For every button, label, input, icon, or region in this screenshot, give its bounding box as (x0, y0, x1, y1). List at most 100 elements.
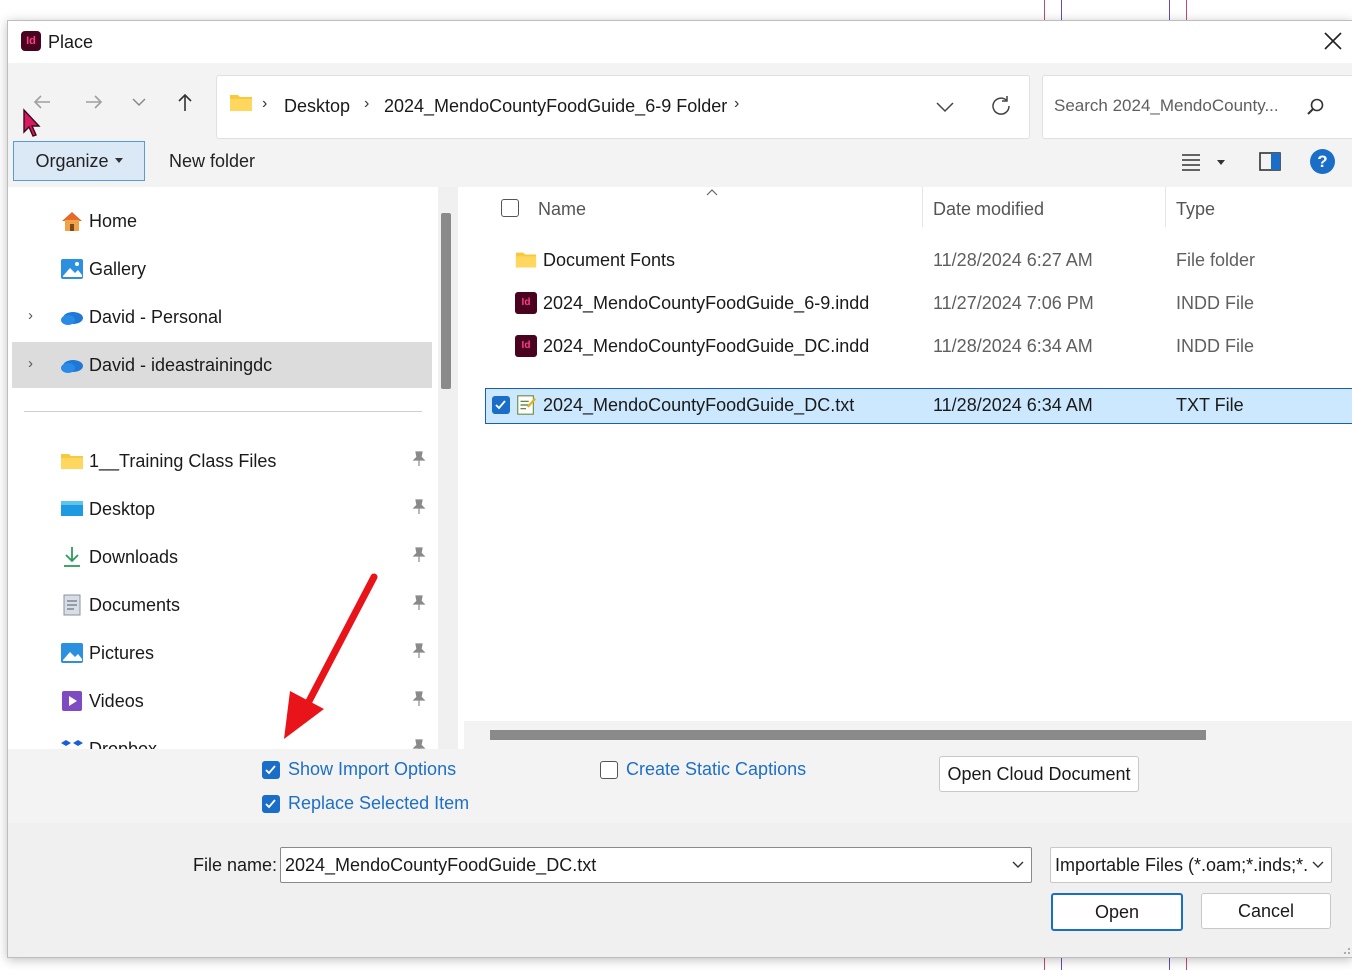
checkmark-icon (495, 400, 506, 410)
sidebar-item-label: Documents (89, 595, 181, 615)
breadcrumb-folder[interactable]: 2024_MendoCountyFoodGuide_6-9 Folder (384, 96, 727, 117)
chevron-down-icon (132, 98, 146, 107)
sidebar-item-label: Videos (89, 691, 144, 711)
sidebar-item-label: David - Personal (89, 307, 223, 327)
resize-grip-icon[interactable] (1341, 945, 1351, 955)
file-name-value[interactable]: 2024_MendoCountyFoodGuide_DC.txt (285, 855, 596, 876)
select-all-checkbox[interactable] (501, 199, 519, 217)
help-icon[interactable]: ? (1310, 149, 1335, 174)
create-static-captions-checkbox[interactable]: Create Static Captions (600, 759, 806, 780)
file-name: 2024_MendoCountyFoodGuide_DC.indd (543, 336, 870, 356)
file-date: 11/28/2024 6:34 AM (933, 395, 1093, 415)
sidebar-item-training-class-files[interactable]: 1__Training Class Files (12, 438, 432, 484)
organize-label: Organize (35, 150, 109, 171)
file-name: Document Fonts (543, 250, 676, 270)
view-options-button[interactable] (1181, 151, 1231, 175)
file-list-pane: Name Date modified Type Document Fonts 1… (464, 187, 1352, 749)
column-header-date-modified[interactable]: Date modified (933, 199, 1044, 220)
forward-button[interactable] (80, 88, 108, 116)
sidebar-item-gallery[interactable]: Gallery (12, 246, 432, 292)
pin-icon (412, 547, 426, 562)
indesign-app-icon: Id (21, 31, 41, 51)
file-type-select[interactable]: Importable Files (*.oam;*.inds;*. (1050, 847, 1332, 883)
cancel-button[interactable]: Cancel (1201, 893, 1331, 929)
documents-icon (63, 594, 81, 616)
row-checkbox[interactable] (492, 396, 510, 414)
onedrive-icon (61, 312, 83, 325)
scrollbar-thumb[interactable] (490, 730, 1206, 740)
checkbox-checked[interactable] (262, 794, 280, 813)
expand-chevron-icon[interactable]: › (28, 307, 33, 324)
checkbox-unchecked[interactable] (600, 760, 618, 779)
list-view-icon (1182, 154, 1200, 171)
column-header-name[interactable]: Name (538, 199, 586, 220)
sidebar-item-label: Downloads (89, 547, 179, 567)
search-box[interactable]: Search 2024_MendoCounty... (1042, 75, 1352, 139)
sidebar-item-label: Home (89, 211, 138, 231)
create-static-captions-label[interactable]: Create Static Captions (626, 759, 806, 780)
dropbox-icon (61, 740, 83, 746)
checkbox-checked[interactable] (262, 760, 280, 779)
search-icon (1307, 98, 1324, 115)
column-header-type[interactable]: Type (1176, 199, 1215, 220)
file-name: 2024_MendoCountyFoodGuide_DC.txt (543, 395, 855, 415)
sidebar-item-label: Pictures (89, 643, 155, 663)
breadcrumb-separator: › (364, 95, 370, 112)
sidebar-item-david-ideastrainingdc[interactable]: › David - ideastrainingdc (12, 342, 432, 388)
chevron-down-icon (1310, 856, 1326, 872)
sidebar-item-home[interactable]: Home (12, 198, 432, 244)
navigation-pane-scrollbar[interactable] (438, 187, 458, 749)
sidebar-item-label: 1__Training Class Files (89, 451, 277, 471)
new-folder-button[interactable]: New folder (169, 151, 255, 172)
file-row[interactable]: Id 2024_MendoCountyFoodGuide_DC.indd 11/… (486, 330, 1352, 364)
show-import-options-checkbox[interactable]: Show Import Options (262, 759, 456, 780)
pin-icon (412, 451, 426, 466)
pin-icon (412, 739, 426, 749)
file-row-selected[interactable]: 2024_MendoCountyFoodGuide_DC.txt 11/28/2… (485, 388, 1352, 424)
pin-icon (412, 643, 426, 658)
expand-chevron-icon[interactable]: › (28, 355, 33, 372)
up-button[interactable] (171, 88, 199, 116)
replace-selected-item-label[interactable]: Replace Selected Item (288, 793, 469, 814)
search-input[interactable]: Search 2024_MendoCounty... (1054, 96, 1279, 116)
folder-icon (515, 252, 537, 268)
place-options-panel: Show Import Options Replace Selected Ite… (8, 749, 1352, 823)
column-divider[interactable] (1165, 187, 1166, 227)
file-name-field[interactable]: 2024_MendoCountyFoodGuide_DC.txt (280, 847, 1032, 883)
file-row[interactable]: Id 2024_MendoCountyFoodGuide_6-9.indd 11… (486, 287, 1352, 321)
folder-icon (230, 95, 252, 111)
file-date: 11/28/2024 6:34 AM (933, 336, 1093, 356)
organize-button[interactable]: Organize (13, 141, 145, 181)
onedrive-icon (61, 360, 83, 373)
sidebar-item-label: Desktop (89, 499, 156, 519)
navigation-bar: › Desktop › 2024_MendoCountyFoodGuide_6-… (8, 63, 1352, 143)
address-bar[interactable]: › Desktop › 2024_MendoCountyFoodGuide_6-… (216, 75, 1030, 139)
replace-selected-item-checkbox[interactable]: Replace Selected Item (262, 793, 469, 814)
close-button[interactable] (1321, 29, 1345, 53)
file-type: INDD File (1176, 336, 1255, 356)
dialog-title: Place (48, 32, 94, 52)
show-import-options-label[interactable]: Show Import Options (288, 759, 456, 780)
open-button[interactable]: Open (1051, 893, 1183, 931)
annotation-arrow (284, 573, 378, 739)
file-row[interactable]: Document Fonts 11/28/2024 6:27 AM File f… (486, 244, 1352, 278)
desktop-icon (61, 501, 83, 516)
sidebar-item-desktop[interactable]: Desktop (12, 486, 432, 532)
open-cloud-document-button[interactable]: Open Cloud Document (939, 756, 1139, 792)
file-list-horizontal-scrollbar[interactable] (464, 721, 1352, 749)
recent-locations-button[interactable] (125, 88, 153, 116)
column-divider[interactable] (922, 187, 923, 227)
pin-icon (412, 691, 426, 706)
sidebar-item-david-personal[interactable]: › David - Personal (12, 294, 432, 340)
address-history-chevron-icon[interactable] (935, 99, 955, 115)
refresh-icon[interactable] (989, 94, 1013, 118)
file-date: 11/27/2024 7:06 PM (933, 293, 1094, 313)
chevron-down-icon[interactable] (1010, 856, 1026, 872)
sidebar-item-label: Dropbox (89, 739, 158, 749)
scrollbar-thumb[interactable] (441, 213, 451, 389)
place-dialog: Id Place › Desktop › 2024_MendoCountyFoo… (7, 20, 1352, 958)
breadcrumb-desktop[interactable]: Desktop (284, 96, 350, 117)
preview-pane-icon[interactable] (1259, 152, 1281, 172)
pictures-icon (61, 643, 83, 663)
sidebar-item-label: David - ideastrainingdc (89, 355, 273, 375)
